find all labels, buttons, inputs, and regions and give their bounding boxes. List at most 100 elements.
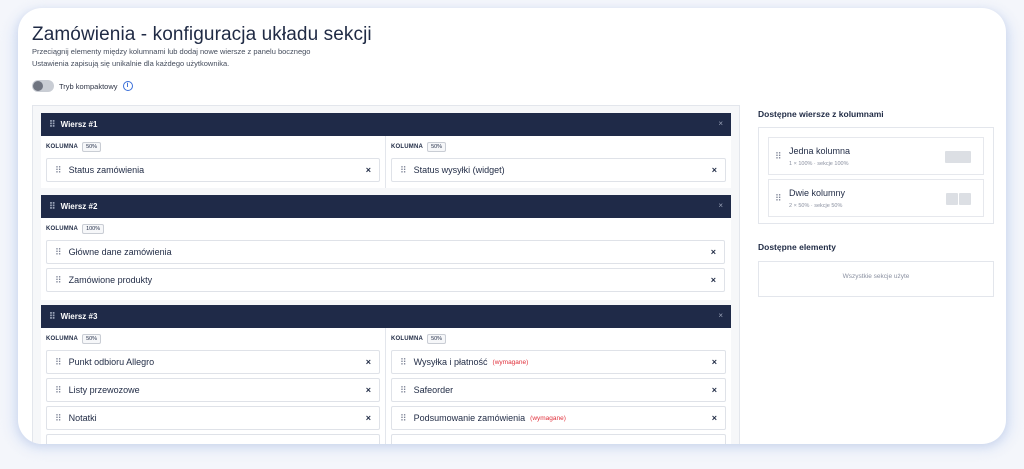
section-label: Status zamówienia (68, 165, 145, 175)
column-header: KOLUMNA 50% (46, 334, 102, 344)
row-template-two-columns[interactable]: ⠿ Dwie kolumny 2 × 50% · sekcje 50% (768, 179, 984, 217)
elements-empty-note: Wszystkie sekcje użyte (842, 273, 910, 280)
section-item[interactable]: ⠿ Zamówione produkty × (46, 268, 725, 292)
column-header: KOLUMNA 50% (391, 142, 447, 152)
row-header-3[interactable]: ⠿ Wiersz #3 × (41, 305, 731, 328)
compact-mode-row: Tryb kompaktowy i (32, 80, 133, 92)
row-body-1: KOLUMNA 50% ⠿ Status zamówienia × KOLUMN… (41, 136, 731, 188)
drag-handle-icon[interactable]: ⠿ (55, 275, 62, 286)
row-templates-title: Dostępne wiersze z kolumnami (758, 109, 884, 119)
column-header: KOLUMNA 100% (46, 224, 105, 234)
remove-section-icon[interactable]: × (711, 247, 716, 257)
required-badge: (wymagane) (492, 358, 529, 366)
drag-handle-icon[interactable]: ⠿ (775, 193, 782, 204)
toggle-knob (33, 81, 43, 91)
row-body-3: KOLUMNA 50% ⠿ Punkt odbioru Allegro × ⠿ … (41, 328, 731, 444)
section-item[interactable]: ⠿ Główne dane zamówienia × (46, 240, 725, 264)
row-header-1[interactable]: ⠿ Wiersz #1 × (41, 113, 731, 136)
remove-section-icon[interactable]: × (366, 385, 371, 395)
info-icon[interactable]: i (122, 81, 133, 91)
one-column-preview-icon (945, 151, 971, 163)
template-name: Dwie kolumny (789, 188, 846, 198)
required-badge: (wymagane) (530, 414, 566, 422)
row-body-2: KOLUMNA 100% ⠿ Główne dane zamówienia × … (41, 218, 731, 300)
section-label: Wysyłka i płatność (413, 357, 488, 367)
remove-section-icon[interactable]: × (366, 357, 371, 367)
row-template-one-column[interactable]: ⠿ Jedna kolumna 1 × 100% · sekcje 100% (768, 137, 984, 175)
drag-handle-icon[interactable]: ⠿ (55, 165, 62, 176)
column-width-badge: 50% (82, 334, 102, 344)
row-templates-panel: ⠿ Jedna kolumna 1 × 100% · sekcje 100% ⠿… (758, 127, 994, 224)
section-item[interactable]: ⠿ Safeorder × (391, 378, 726, 402)
section-label: Punkt odbioru Allegro (68, 357, 155, 367)
column-2-1: KOLUMNA 100% ⠿ Główne dane zamówienia × … (41, 218, 731, 300)
compact-mode-label: Tryb kompaktowy (59, 81, 118, 91)
row-title: Wiersz #3 (60, 312, 98, 321)
section-label: Safeorder (413, 385, 454, 395)
section-item-partial (46, 434, 380, 444)
remove-section-icon[interactable]: × (712, 357, 717, 367)
subtitle-line-2: Ustawienia zapisują się unikalnie dla ka… (32, 59, 230, 68)
template-desc: 1 × 100% · sekcje 100% (789, 161, 849, 167)
drag-handle-icon[interactable]: ⠿ (55, 413, 62, 424)
section-item[interactable]: ⠿ Podsumowanie zamówienia (wymagane) × (391, 406, 726, 430)
drag-handle-icon[interactable]: ⠿ (400, 357, 407, 368)
layout-config-card: Zamówienia - konfiguracja układu sekcji … (18, 8, 1006, 444)
section-item[interactable]: ⠿ Punkt odbioru Allegro × (46, 350, 380, 374)
column-label: KOLUMNA (391, 144, 424, 150)
section-item[interactable]: ⠿ Status zamówienia × (46, 158, 380, 182)
column-width-badge: 50% (427, 334, 447, 344)
drag-handle-icon[interactable]: ⠿ (775, 151, 782, 162)
row-title: Wiersz #2 (60, 202, 98, 211)
column-1-2: KOLUMNA 50% ⠿ Status wysyłki (widget) × (386, 136, 731, 188)
section-label: Notatki (68, 413, 97, 423)
section-item-partial (391, 434, 726, 444)
section-label: Zamówione produkty (68, 275, 153, 285)
column-width-badge: 50% (82, 142, 102, 152)
section-label: Status wysyłki (widget) (413, 165, 505, 175)
remove-section-icon[interactable]: × (712, 385, 717, 395)
elements-title: Dostępne elementy (758, 242, 836, 252)
column-1-1: KOLUMNA 50% ⠿ Status zamówienia × (41, 136, 385, 188)
remove-row-icon[interactable]: × (718, 311, 723, 320)
drag-handle-icon[interactable]: ⠿ (55, 385, 62, 396)
drag-handle-icon[interactable]: ⠿ (400, 385, 407, 396)
remove-section-icon[interactable]: × (712, 165, 717, 175)
remove-section-icon[interactable]: × (712, 413, 717, 423)
section-item[interactable]: ⠿ Status wysyłki (widget) × (391, 158, 726, 182)
drag-handle-icon[interactable]: ⠿ (400, 165, 407, 176)
template-name: Jedna kolumna (789, 146, 851, 156)
section-label: Podsumowanie zamówienia (413, 413, 526, 423)
column-label: KOLUMNA (46, 336, 79, 342)
drag-handle-icon[interactable]: ⠿ (400, 413, 407, 424)
page-subtitle: Przeciągnij elementy między kolumnami lu… (32, 46, 310, 70)
remove-section-icon[interactable]: × (366, 413, 371, 423)
column-label: KOLUMNA (46, 226, 79, 232)
two-column-preview-icon (959, 193, 971, 205)
remove-row-icon[interactable]: × (718, 119, 723, 128)
column-3-1: KOLUMNA 50% ⠿ Punkt odbioru Allegro × ⠿ … (41, 328, 385, 444)
layout-canvas: ⠿ Wiersz #1 × KOLUMNA 50% ⠿ Status zamów… (32, 105, 740, 444)
subtitle-line-1: Przeciągnij elementy między kolumnami lu… (32, 47, 311, 56)
template-desc: 2 × 50% · sekcje 50% (789, 203, 843, 209)
row-header-2[interactable]: ⠿ Wiersz #2 × (41, 195, 731, 218)
drag-handle-icon[interactable]: ⠿ (55, 247, 62, 258)
column-header: KOLUMNA 50% (46, 142, 102, 152)
two-column-preview-icon (946, 193, 958, 205)
section-item[interactable]: ⠿ Notatki × (46, 406, 380, 430)
drag-handle-icon[interactable]: ⠿ (49, 201, 56, 212)
drag-handle-icon[interactable]: ⠿ (49, 311, 56, 322)
drag-handle-icon[interactable]: ⠿ (55, 357, 62, 368)
remove-section-icon[interactable]: × (366, 165, 371, 175)
drag-handle-icon[interactable]: ⠿ (49, 119, 56, 130)
section-item[interactable]: ⠿ Wysyłka i płatność (wymagane) × (391, 350, 726, 374)
remove-section-icon[interactable]: × (711, 275, 716, 285)
column-label: KOLUMNA (391, 336, 424, 342)
section-item[interactable]: ⠿ Listy przewozowe × (46, 378, 380, 402)
section-label: Listy przewozowe (68, 385, 140, 395)
section-label: Główne dane zamówienia (68, 247, 172, 257)
column-3-2: KOLUMNA 50% ⠿ Wysyłka i płatność (wymaga… (386, 328, 731, 444)
remove-row-icon[interactable]: × (718, 201, 723, 210)
compact-mode-toggle[interactable] (32, 80, 54, 92)
column-label: KOLUMNA (46, 144, 79, 150)
